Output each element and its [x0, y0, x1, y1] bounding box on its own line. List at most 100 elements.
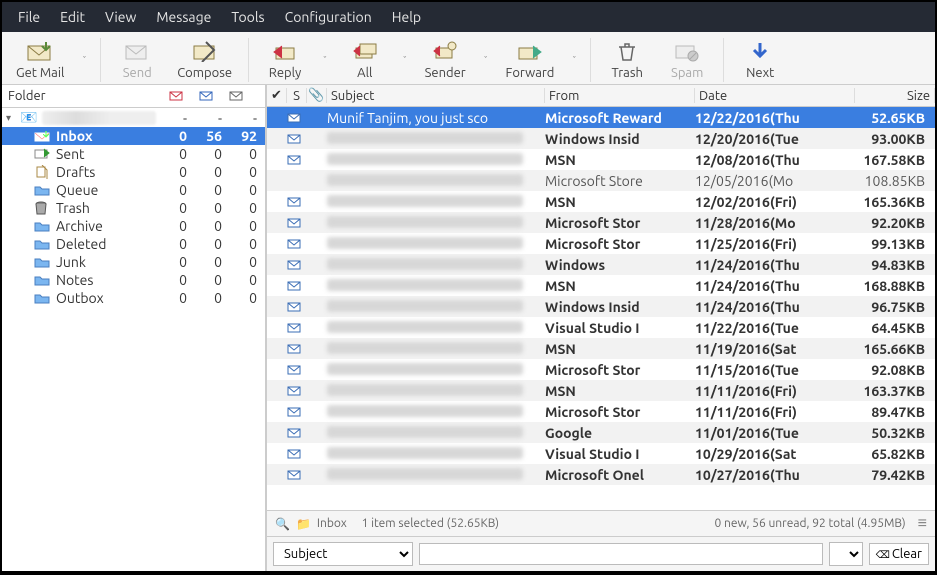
- replyall-dropdown-icon[interactable]: ˇ: [397, 55, 413, 66]
- folder-pane: Folder ▾ 📧 (account) --- Inbox05692Sent0…: [2, 85, 267, 571]
- folder-inbox[interactable]: Inbox05692: [2, 127, 265, 145]
- spam-button[interactable]: Spam: [659, 38, 715, 82]
- search-input[interactable]: [419, 543, 823, 565]
- reply-dropdown-icon[interactable]: ˇ: [317, 55, 333, 66]
- folder-sent[interactable]: Sent000: [2, 145, 265, 163]
- forward-dropdown-icon[interactable]: ˇ: [566, 55, 582, 66]
- message-from: Windows Insid: [545, 299, 695, 315]
- col-status[interactable]: S: [287, 88, 307, 103]
- message-date: 11/19/2016(Sat: [695, 341, 855, 357]
- forward-button[interactable]: Forward: [498, 38, 563, 82]
- folder-tree[interactable]: ▾ 📧 (account) --- Inbox05692Sent000Draft…: [2, 108, 265, 571]
- folder-status-icon: 📁: [296, 517, 311, 531]
- message-row[interactable]: Windows11/24/2016(Thu94.83KB: [267, 254, 935, 275]
- message-date: 11/24/2016(Thu: [695, 278, 855, 294]
- folder-label: Sent: [56, 146, 156, 162]
- col-attachment-icon[interactable]: 📎: [307, 88, 327, 103]
- message-from: Microsoft Stor: [545, 215, 695, 231]
- message-row[interactable]: MSN11/19/2016(Sat165.66KB: [267, 338, 935, 359]
- message-row[interactable]: Windows Insid12/20/2016(Tue93.00KB: [267, 128, 935, 149]
- message-list[interactable]: Munif Tanjim, you just scoMicrosoft Rewa…: [267, 107, 935, 510]
- search-field-select[interactable]: Subject: [273, 542, 413, 566]
- search-bar: Subject ⌫Clear: [267, 536, 935, 571]
- message-from: Windows Insid: [545, 131, 695, 147]
- send-button[interactable]: Send: [109, 38, 165, 82]
- message-row[interactable]: MSN12/02/2016(Fri)165.36KB: [267, 191, 935, 212]
- message-size: 89.47KB: [855, 404, 935, 420]
- search-status-icon[interactable]: 🔍: [275, 517, 290, 531]
- trash-button[interactable]: Trash: [599, 38, 655, 82]
- unread-envelope-icon: [287, 323, 307, 333]
- trash-icon: [34, 201, 52, 215]
- search-match-select[interactable]: [829, 542, 863, 566]
- message-from: Windows: [545, 257, 695, 273]
- reply-button[interactable]: Reply: [257, 38, 313, 82]
- replyall-button[interactable]: All: [337, 38, 393, 82]
- message-row[interactable]: Visual Studio I11/22/2016(Tue64.45KB: [267, 317, 935, 338]
- account-row[interactable]: ▾ 📧 (account) ---: [2, 108, 265, 127]
- menu-tools[interactable]: Tools: [221, 6, 274, 28]
- message-subject-blurred: [327, 405, 523, 417]
- folder-trash[interactable]: Trash000: [2, 199, 265, 217]
- message-date: 11/22/2016(Tue: [695, 320, 855, 336]
- message-from: MSN: [545, 194, 695, 210]
- message-size: 99.13KB: [855, 236, 935, 252]
- col-date[interactable]: Date: [695, 88, 855, 103]
- message-subject-blurred: [327, 174, 523, 186]
- getmail-button[interactable]: Get Mail: [8, 38, 72, 82]
- expander-icon[interactable]: ▾: [6, 112, 20, 124]
- menu-help[interactable]: Help: [382, 6, 431, 28]
- unread-envelope-icon: [287, 386, 307, 396]
- folder-queue[interactable]: Queue000: [2, 181, 265, 199]
- col-subject[interactable]: Subject: [327, 88, 545, 103]
- message-row[interactable]: MSN11/24/2016(Thu168.88KB: [267, 275, 935, 296]
- message-row[interactable]: Visual Studio I10/29/2016(Sat65.82KB: [267, 443, 935, 464]
- message-from: Microsoft Stor: [545, 362, 695, 378]
- message-row[interactable]: Windows Insid11/24/2016(Thu96.75KB: [267, 296, 935, 317]
- folder-drafts[interactable]: Drafts000: [2, 163, 265, 181]
- message-row[interactable]: MSN11/11/2016(Fri)163.37KB: [267, 380, 935, 401]
- message-row[interactable]: MSN12/08/2016(Thu167.58KB: [267, 149, 935, 170]
- replyall-icon: [352, 40, 378, 62]
- message-row[interactable]: Microsoft Stor11/11/2016(Fri)89.47KB: [267, 401, 935, 422]
- folder-col-new-icon: [169, 91, 199, 101]
- message-size: 165.36KB: [855, 194, 935, 210]
- folder-outbox[interactable]: Outbox000: [2, 289, 265, 307]
- menu-edit[interactable]: Edit: [50, 6, 95, 28]
- col-size[interactable]: Size: [855, 88, 935, 103]
- col-checkbox[interactable]: ✔: [267, 88, 287, 103]
- menu-view[interactable]: View: [95, 6, 146, 28]
- getmail-dropdown-icon[interactable]: ˇ: [76, 55, 92, 66]
- folder-deleted[interactable]: Deleted000: [2, 235, 265, 253]
- unread-envelope-icon: [287, 365, 307, 375]
- folder-archive[interactable]: Archive000: [2, 217, 265, 235]
- message-subject-blurred: [327, 468, 523, 480]
- menu-file[interactable]: File: [8, 6, 50, 28]
- message-subject-blurred: [327, 447, 523, 459]
- menu-message[interactable]: Message: [146, 6, 221, 28]
- folder-icon: [34, 220, 52, 232]
- message-row[interactable]: Google11/01/2016(Tue50.32KB: [267, 422, 935, 443]
- folder-junk[interactable]: Junk000: [2, 253, 265, 271]
- col-from[interactable]: From: [545, 88, 695, 103]
- message-row[interactable]: Microsoft Stor11/15/2016(Tue92.08KB: [267, 359, 935, 380]
- message-row[interactable]: Microsoft Stor11/25/2016(Fri)99.13KB: [267, 233, 935, 254]
- message-date: 12/20/2016(Tue: [695, 131, 855, 147]
- message-row[interactable]: Microsoft Onel10/27/2016(Thu79.42KB: [267, 464, 935, 485]
- next-button[interactable]: Next: [732, 38, 788, 82]
- message-from: Visual Studio I: [545, 446, 695, 462]
- message-row[interactable]: Munif Tanjim, you just scoMicrosoft Rewa…: [267, 107, 935, 128]
- compose-button[interactable]: Compose: [169, 38, 240, 82]
- message-subject-blurred: [327, 279, 523, 291]
- message-date: 11/24/2016(Thu: [695, 257, 855, 273]
- sender-dropdown-icon[interactable]: ˇ: [478, 55, 494, 66]
- message-size: 163.37KB: [855, 383, 935, 399]
- status-sort-icon[interactable]: ≡: [918, 514, 927, 533]
- clear-button[interactable]: ⌫Clear: [869, 543, 929, 565]
- sender-button[interactable]: Sender: [417, 38, 474, 82]
- message-row[interactable]: Microsoft Store12/05/2016(Mo108.85KB: [267, 170, 935, 191]
- menu-configuration[interactable]: Configuration: [275, 6, 382, 28]
- message-row[interactable]: Microsoft Stor11/28/2016(Mo92.20KB: [267, 212, 935, 233]
- folder-notes[interactable]: Notes000: [2, 271, 265, 289]
- unread-envelope-icon: [287, 260, 307, 270]
